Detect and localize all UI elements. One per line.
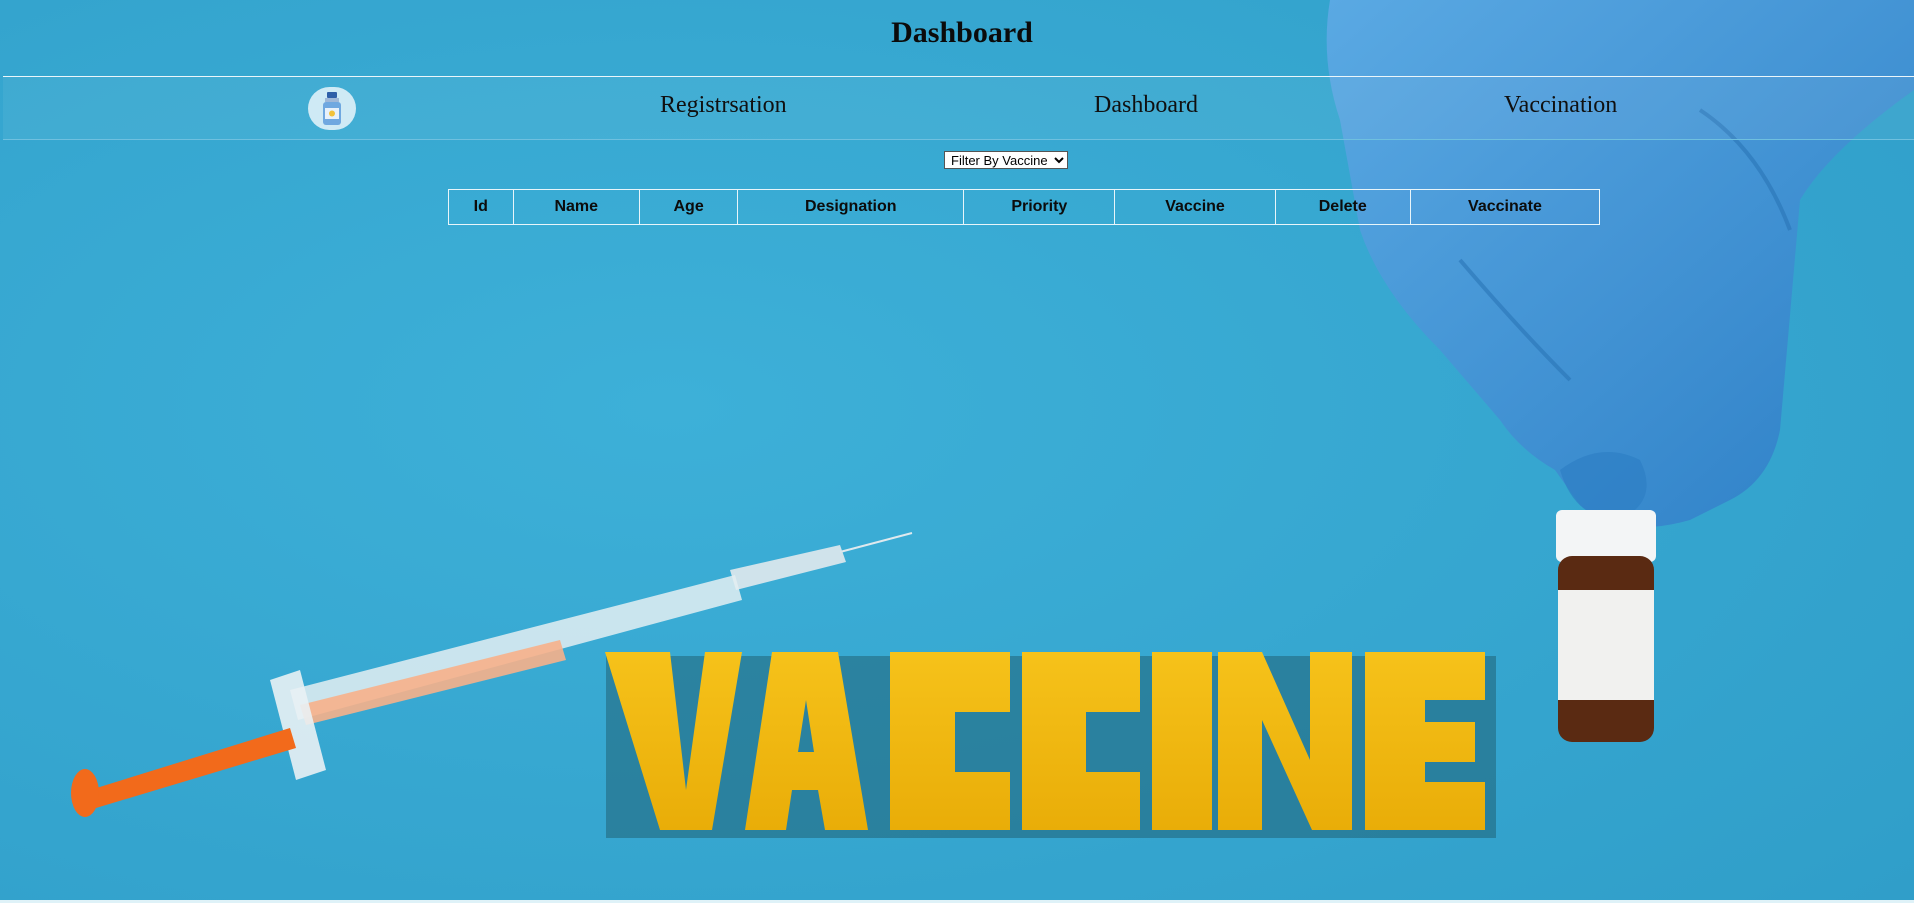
column-header-designation: Designation [737,189,965,225]
vaccine-vial-icon[interactable] [308,87,356,130]
nav-link-registration[interactable]: Registrsation [660,92,787,119]
column-header-age: Age [638,189,739,225]
column-header-vaccine: Vaccine [1114,189,1276,225]
column-header-id: Id [448,189,514,225]
column-header-name: Name [512,189,640,225]
column-header-vaccinate: Vaccinate [1409,189,1601,225]
records-table: Id Name Age Designation Priority Vaccine… [448,189,1601,225]
column-header-priority: Priority [963,189,1116,225]
vaccine-word-art [605,652,1496,838]
nav-link-vaccination[interactable]: Vaccination [1504,92,1617,119]
vial-bottle [1556,510,1656,742]
nav-link-dashboard[interactable]: Dashboard [1094,92,1198,119]
page-title: Dashboard [891,16,1033,49]
navbar: Registrsation Dashboard Vaccination [3,76,1914,140]
column-header-delete: Delete [1274,189,1411,225]
vaccine-filter-select[interactable]: Filter By Vaccine [944,151,1068,169]
table-header-row: Id Name Age Designation Priority Vaccine… [448,189,1601,225]
